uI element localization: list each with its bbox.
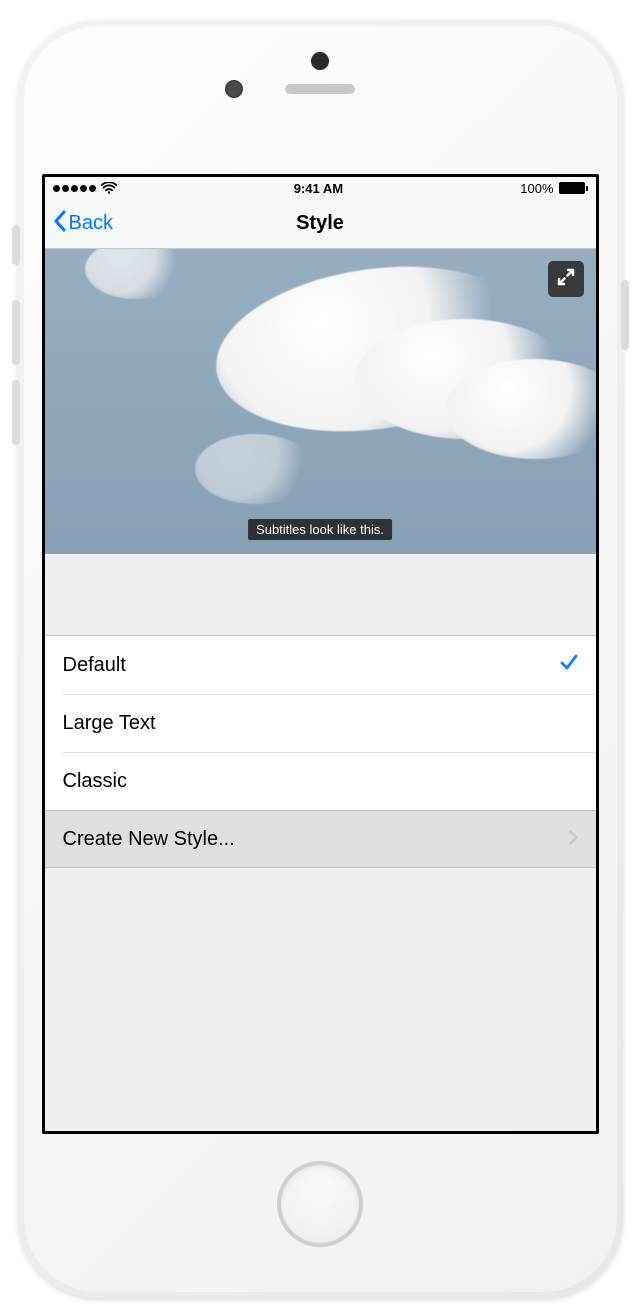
volume-down-button[interactable] (12, 380, 20, 445)
style-list: Default Large Text Classic Create New St… (45, 636, 596, 868)
back-label: Back (69, 212, 113, 235)
expand-icon (556, 267, 576, 292)
cloud-graphic (85, 249, 185, 299)
back-button[interactable]: Back (53, 210, 113, 238)
expand-preview-button[interactable] (548, 261, 584, 297)
home-button[interactable] (277, 1161, 363, 1247)
chevron-left-icon (53, 210, 67, 238)
subtitle-sample-text: Subtitles look like this. (248, 519, 392, 540)
earpiece-speaker (285, 84, 355, 94)
front-camera (225, 80, 243, 98)
style-option-label: Classic (63, 770, 127, 793)
battery-icon (559, 182, 588, 194)
status-left (53, 182, 117, 194)
mute-switch[interactable] (12, 225, 20, 265)
subtitle-preview: Subtitles look like this. (45, 249, 596, 554)
style-option-large-text[interactable]: Large Text (45, 694, 596, 752)
chevron-right-icon (569, 828, 578, 851)
checkmark-icon (560, 653, 578, 677)
power-button[interactable] (621, 280, 629, 350)
style-option-label: Large Text (63, 712, 156, 735)
status-time: 9:41 AM (294, 181, 343, 196)
status-bar: 9:41 AM 100% (45, 177, 596, 199)
section-gap (45, 554, 596, 636)
cloud-graphic (195, 434, 315, 504)
wifi-icon (101, 182, 117, 194)
device-frame: 9:41 AM 100% Back Style (18, 20, 623, 1298)
nav-bar: Back Style (45, 199, 596, 249)
style-option-default[interactable]: Default (45, 636, 596, 694)
create-new-style-button[interactable]: Create New Style... (45, 810, 596, 868)
create-new-style-label: Create New Style... (63, 828, 235, 851)
home-button-area (42, 1134, 599, 1274)
content-background (45, 868, 596, 1131)
screen: 9:41 AM 100% Back Style (42, 174, 599, 1134)
volume-up-button[interactable] (12, 300, 20, 365)
battery-percentage: 100% (520, 181, 553, 196)
status-right: 100% (520, 181, 587, 196)
device-inner: 9:41 AM 100% Back Style (24, 26, 617, 1292)
page-title: Style (296, 212, 344, 235)
proximity-sensor (311, 52, 329, 70)
style-option-classic[interactable]: Classic (45, 752, 596, 810)
signal-strength-icon (53, 185, 96, 192)
sensor-cluster (42, 44, 599, 174)
style-option-label: Default (63, 654, 126, 677)
